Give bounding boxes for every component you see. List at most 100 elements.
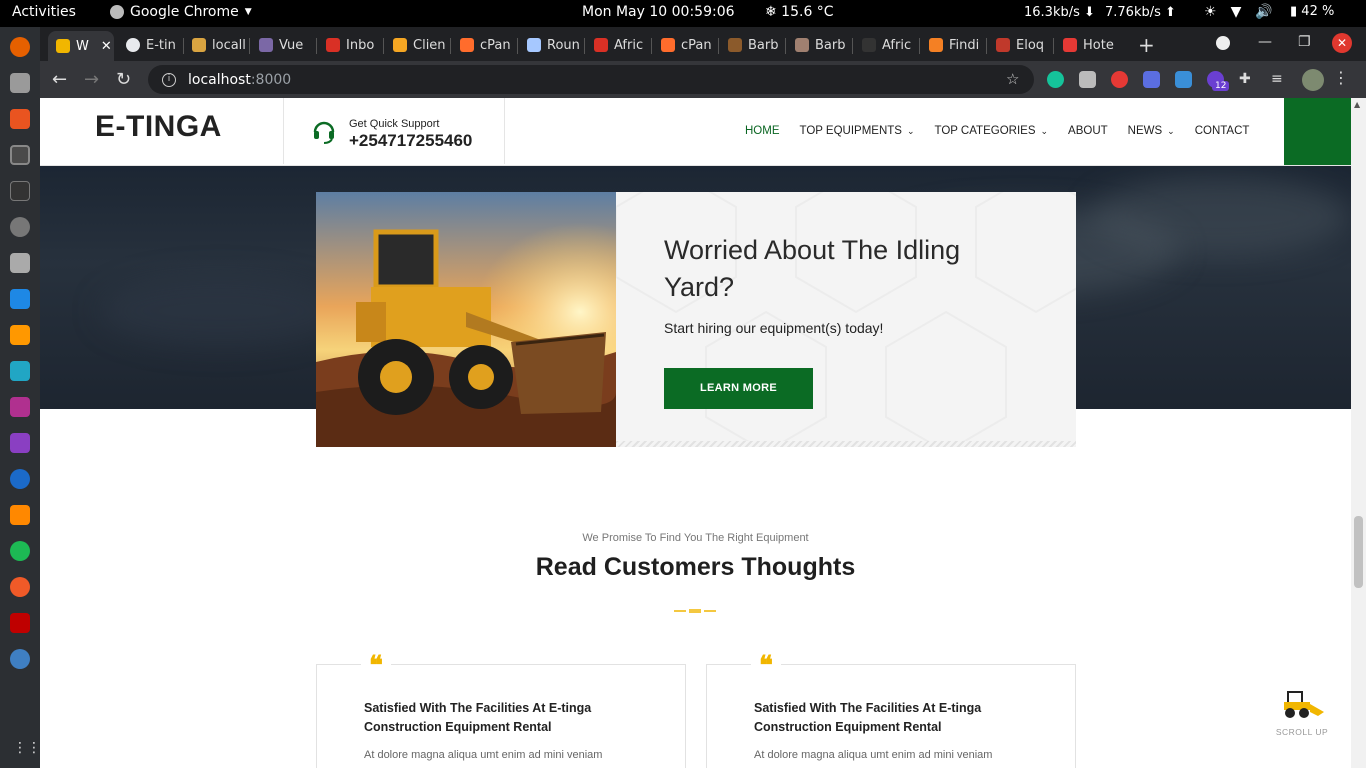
window-close-button[interactable]: ✕ [1332, 33, 1352, 53]
filezilla-icon[interactable] [10, 613, 30, 633]
site-info-icon[interactable]: i [162, 72, 176, 87]
nav-about[interactable]: ABOUT [1068, 125, 1108, 137]
nav-contact[interactable]: CONTACT [1195, 125, 1250, 137]
chevron-down-icon: ⌄ [906, 125, 915, 136]
thunderbird-icon[interactable] [10, 469, 30, 489]
extension-icon[interactable] [1079, 71, 1096, 88]
system-tray[interactable]: ☀ ▼ 🔊 [1204, 4, 1273, 20]
tab[interactable]: E-tin [118, 33, 184, 57]
tab[interactable]: Clien [385, 33, 451, 57]
fi-extension-icon[interactable] [1175, 71, 1192, 88]
page-scrollbar[interactable]: ▲ [1351, 98, 1366, 768]
tab-search-icon[interactable] [1216, 36, 1230, 50]
scroll-up-button[interactable]: SCROLL UP [1272, 690, 1332, 737]
grammarly-icon[interactable] [1047, 71, 1064, 88]
tab[interactable]: Afric [854, 33, 920, 57]
chevron-down-icon: ⌄ [1040, 125, 1049, 136]
brightness-icon[interactable]: ☀ [1204, 4, 1217, 20]
system-top-bar: Activities Google Chrome ▼ Mon May 10 00… [0, 0, 1366, 27]
qbittorrent-icon[interactable] [10, 649, 30, 669]
tab-label: Vue [279, 37, 304, 53]
settings-app-icon[interactable] [10, 253, 30, 273]
site-logo[interactable]: E-TINGA [95, 110, 222, 144]
nav-top-equipments[interactable]: TOP EQUIPMENTS ⌄ [800, 125, 915, 137]
header-cta-block[interactable] [1284, 98, 1351, 165]
forward-arrow-icon[interactable]: → [84, 69, 99, 90]
sublime-icon[interactable] [10, 325, 30, 345]
reload-icon[interactable]: ↻ [116, 69, 131, 90]
spotify-icon[interactable] [10, 541, 30, 561]
tab[interactable]: Afric [586, 33, 652, 57]
tab-label: Afric [614, 37, 644, 53]
tab-favicon-icon [527, 38, 541, 52]
scroll-arrow-up-icon[interactable]: ▲ [1354, 100, 1360, 109]
tab-label: E-tin [146, 37, 176, 53]
vlc-icon[interactable] [10, 505, 30, 525]
tab[interactable]: locall [184, 33, 250, 57]
tab[interactable]: Barb [720, 33, 786, 57]
maximize-icon[interactable]: ❐ [1298, 34, 1311, 50]
bulldozer-icon [1284, 691, 1324, 718]
disk-icon[interactable] [10, 217, 30, 237]
scrollbar-thumb[interactable] [1354, 516, 1363, 588]
tab[interactable]: Eloq [988, 33, 1054, 57]
reading-list-icon[interactable]: ≡ [1271, 71, 1288, 88]
volume-icon[interactable]: 🔊 [1255, 4, 1272, 20]
scroll-up-label: SCROLL UP [1275, 727, 1329, 737]
tab-strip: W ✕ E-tin locall Vue Inbo Clien cPan Rou… [40, 27, 1366, 61]
promo-content: Worried About The Idling Yard? Start hir… [616, 192, 1076, 447]
page-viewport: E-TINGA Get Quick Support +254717255460 … [40, 98, 1351, 768]
laravel-icon [996, 38, 1010, 52]
minimize-icon[interactable]: — [1258, 34, 1272, 50]
tab[interactable]: Roun [519, 33, 585, 57]
phpstorm-alt-icon[interactable] [10, 397, 30, 417]
kebab-menu-icon[interactable]: ⋮ [1333, 68, 1349, 87]
close-icon[interactable]: ✕ [101, 39, 112, 54]
vscode-icon[interactable] [10, 289, 30, 309]
new-tab-button[interactable]: + [1138, 33, 1155, 57]
nav-home[interactable]: HOME [745, 125, 780, 137]
bookmark-star-icon[interactable]: ☆ [1006, 70, 1019, 88]
tab[interactable]: Hote [1055, 33, 1121, 57]
address-bar[interactable]: i localhost:8000 [148, 65, 1034, 94]
firefox-icon[interactable] [10, 37, 30, 57]
testimonial-text: At dolore magna aliqua umt enim ad mini … [754, 749, 993, 761]
webstorm-icon[interactable] [10, 361, 30, 381]
phpstorm-icon[interactable] [10, 433, 30, 453]
files-icon[interactable] [10, 73, 30, 93]
app-menu[interactable]: Google Chrome ▼ [110, 4, 252, 20]
gmail-icon [326, 38, 340, 52]
clock[interactable]: Mon May 10 00:59:06 [582, 4, 735, 20]
tab[interactable]: cPan [452, 33, 518, 57]
weather-indicator[interactable]: ❄ 15.6 °C [765, 4, 834, 20]
puzzle-icon[interactable]: ✚ [1239, 71, 1256, 88]
learn-more-button[interactable]: LEARN MORE [664, 368, 813, 409]
tab-favicon-icon [393, 38, 407, 52]
tab[interactable]: Findi [921, 33, 987, 57]
wifi-icon[interactable]: ▼ [1231, 4, 1242, 20]
adblock-icon[interactable] [1111, 71, 1128, 88]
tab[interactable]: Barb [787, 33, 853, 57]
tab-active[interactable]: W ✕ [48, 31, 114, 61]
software-center-icon[interactable] [10, 109, 30, 129]
tab-favicon-icon [1063, 38, 1077, 52]
nav-news[interactable]: NEWS ⌄ [1128, 125, 1175, 137]
nav-label: TOP CATEGORIES [934, 125, 1036, 137]
promo-title: Worried About The Idling Yard? [664, 235, 961, 302]
back-arrow-icon[interactable]: ← [52, 69, 67, 90]
zoom-extension-icon[interactable] [1143, 71, 1160, 88]
support-phone[interactable]: +254717255460 [349, 131, 472, 151]
tab[interactable]: Vue [251, 33, 317, 57]
avatar[interactable] [1302, 69, 1324, 91]
nav-top-categories[interactable]: TOP CATEGORIES ⌄ [935, 125, 1049, 137]
terminal-icon[interactable] [10, 181, 30, 201]
tab[interactable]: cPan [653, 33, 719, 57]
chrome-dock-icon[interactable] [10, 145, 30, 165]
activities-button[interactable]: Activities [12, 4, 76, 20]
support-label: Get Quick Support [349, 118, 440, 130]
tab-favicon-icon [192, 38, 206, 52]
tab-label: Inbo [346, 37, 375, 53]
tab[interactable]: Inbo [318, 33, 384, 57]
battery-indicator[interactable]: ▮ 42 % [1290, 4, 1334, 19]
postman-icon[interactable] [10, 577, 30, 597]
